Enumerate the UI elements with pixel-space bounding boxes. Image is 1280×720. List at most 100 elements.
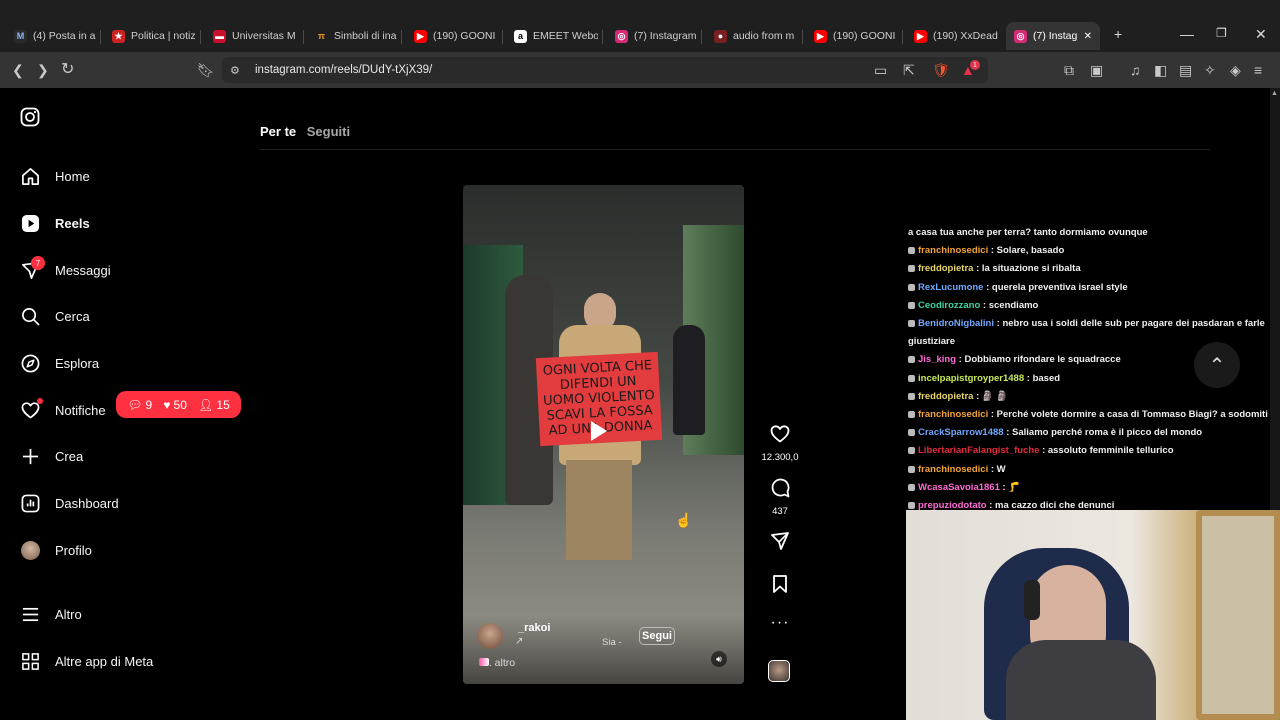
wallet-icon[interactable]: ▤: [1179, 62, 1192, 78]
browser-tab[interactable]: ★ Politica | notiz: [104, 24, 196, 48]
browser-tab[interactable]: π Simboli di ina: [307, 24, 397, 48]
tab-separator: [502, 30, 503, 44]
reader-icon[interactable]: ▣: [1090, 62, 1103, 78]
badge-icon: [908, 283, 915, 291]
tab-title: (190) GOONI: [433, 30, 496, 42]
bookmark-icon[interactable]: 🔖︎: [197, 62, 215, 78]
badge-icon: [908, 392, 915, 400]
followers-count: 15: [216, 397, 230, 412]
badge-icon: [908, 447, 915, 455]
sidebar-item-label: Altro: [55, 606, 82, 622]
caption-more-link[interactable]: ... altro: [483, 657, 515, 669]
site-settings-icon[interactable]: ⚙: [230, 63, 240, 79]
chat-text: : W: [990, 463, 1006, 475]
menu-icon: [20, 604, 40, 624]
chat-message: CrackSparrow1488 : Saliamo perché roma è…: [906, 424, 1276, 442]
author-username[interactable]: _rakoi: [518, 622, 550, 634]
tab-separator: [902, 30, 903, 44]
tab-favicon-icon: ▶: [414, 29, 427, 43]
chat-text: : scendiamo: [982, 299, 1039, 311]
brave-shields-icon[interactable]: 🛡︎: [932, 62, 950, 78]
scroll-up-arrow-icon[interactable]: ▲: [1271, 90, 1278, 97]
chat-message: WcasaSavoia1861 : 🦵: [906, 479, 1276, 497]
share-icon[interactable]: ⇱: [903, 62, 915, 78]
back-icon[interactable]: ❮: [12, 62, 24, 78]
browser-tab[interactable]: a EMEET Webo: [506, 24, 598, 48]
tab-title: (4) Posta in ar: [33, 30, 96, 42]
sidebar-item-search[interactable]: Cerca: [20, 306, 90, 326]
follow-button[interactable]: Segui: [639, 627, 675, 645]
reload-icon[interactable]: ↻: [61, 62, 74, 78]
reel-video[interactable]: OGNI VOLTA CHE DIFENDI UN UOMO VIOLENTO …: [463, 185, 744, 684]
audio-label[interactable]: Sia -: [602, 637, 622, 648]
audio-thumbnail[interactable]: [768, 660, 790, 682]
maximize-icon[interactable]: ❐: [1216, 26, 1227, 40]
heart-icon[interactable]: [770, 424, 790, 444]
home-icon: [20, 166, 40, 186]
sidebar-item-notifications[interactable]: Notifiche: [20, 400, 106, 420]
browser-tab[interactable]: ▶ (190) XxDead: [906, 24, 998, 48]
chat-message: franchinosedici : Solare, basado: [906, 242, 1276, 260]
browser-tab[interactable]: ▬ Universitas M: [205, 24, 299, 48]
sidebar-item-label: Cerca: [55, 308, 90, 324]
tab-separator: [200, 30, 201, 44]
sidebar-toggle-icon[interactable]: ◧: [1154, 62, 1167, 78]
sidebar-item-label: Notifiche: [55, 402, 106, 418]
leo-ai-icon[interactable]: ✧: [1204, 62, 1216, 78]
likes-count: 50: [173, 397, 187, 412]
sidebar-item-meta-apps[interactable]: Altre app di Meta: [20, 651, 153, 671]
comment-icon[interactable]: [770, 478, 790, 498]
sidebar-item-more[interactable]: Altro: [20, 604, 82, 624]
sidebar-item-explore[interactable]: Esplora: [20, 353, 99, 373]
author-avatar[interactable]: [477, 623, 503, 649]
tab-for-you[interactable]: Per te: [260, 124, 296, 139]
vpn-icon[interactable]: ◈: [1230, 62, 1241, 78]
share-action[interactable]: [760, 531, 800, 556]
sidebar-item-reels[interactable]: Reels: [20, 213, 90, 233]
tab-title: Simboli di ina: [334, 30, 397, 42]
music-icon[interactable]: ♫: [1130, 62, 1141, 78]
close-window-icon[interactable]: ✕: [1255, 26, 1267, 43]
sidebar-item-dashboard[interactable]: Dashboard: [20, 493, 119, 513]
browser-tab[interactable]: ▶ (190) GOONI: [406, 24, 498, 48]
chat-username: franchinosedici: [918, 463, 989, 475]
more-options-icon[interactable]: ···: [760, 614, 800, 632]
tab-title: (7) Instag: [1033, 30, 1078, 42]
browser-tab[interactable]: ● audio from m: [706, 24, 798, 48]
instagram-logo-icon[interactable]: [20, 107, 40, 127]
browser-tab[interactable]: ◎ (7) Instag ✕: [1006, 22, 1100, 50]
save-action[interactable]: [760, 574, 800, 599]
share-icon[interactable]: [770, 531, 790, 551]
browser-tab[interactable]: ◎ (7) Instagram: [607, 24, 697, 48]
close-tab-icon[interactable]: ✕: [1084, 31, 1092, 42]
bookmark-icon[interactable]: [770, 574, 790, 594]
sidebar-item-profile[interactable]: Profilo: [20, 540, 92, 560]
badge-icon: [908, 429, 915, 437]
cast-icon[interactable]: ▭: [874, 62, 887, 78]
badge-icon: [908, 411, 915, 419]
comment-action[interactable]: 437: [760, 478, 800, 517]
sidebar-item-home[interactable]: Home: [20, 166, 90, 186]
badge-icon: [908, 320, 915, 327]
tab-favicon-icon: ▶: [814, 29, 827, 43]
notifications-summary-pill[interactable]: 💬︎ 9 ♥ 50 👤︎ 15: [116, 391, 241, 418]
dashboard-icon: [20, 493, 40, 513]
previous-reel-button[interactable]: ⌃: [1194, 342, 1240, 388]
forward-icon[interactable]: ❯: [37, 62, 49, 78]
new-tab-button[interactable]: +: [1114, 26, 1122, 42]
chat-username: franchinosedici: [918, 245, 989, 257]
browser-tab[interactable]: ▶ (190) GOONI: [806, 24, 898, 48]
notifications-dot: [37, 398, 43, 404]
like-action[interactable]: 12.300,0: [760, 424, 800, 463]
minimize-icon[interactable]: —: [1180, 26, 1194, 42]
extensions-icon[interactable]: ⧉: [1064, 62, 1074, 78]
comment-icon: 💬︎: [127, 397, 143, 412]
sidebar-item-create[interactable]: Crea: [20, 446, 83, 466]
volume-icon[interactable]: 🔊︎: [711, 651, 727, 667]
tab-following[interactable]: Seguiti: [307, 124, 350, 139]
menu-icon[interactable]: ≡: [1254, 62, 1262, 78]
chat-message: LibertarianFalangist_fuche : assoluto fe…: [906, 442, 1276, 460]
play-icon[interactable]: [591, 421, 607, 441]
url-text[interactable]: instagram.com/reels/DUdY-tXjX39/: [255, 64, 432, 76]
browser-tab[interactable]: M (4) Posta in ar: [6, 24, 96, 48]
